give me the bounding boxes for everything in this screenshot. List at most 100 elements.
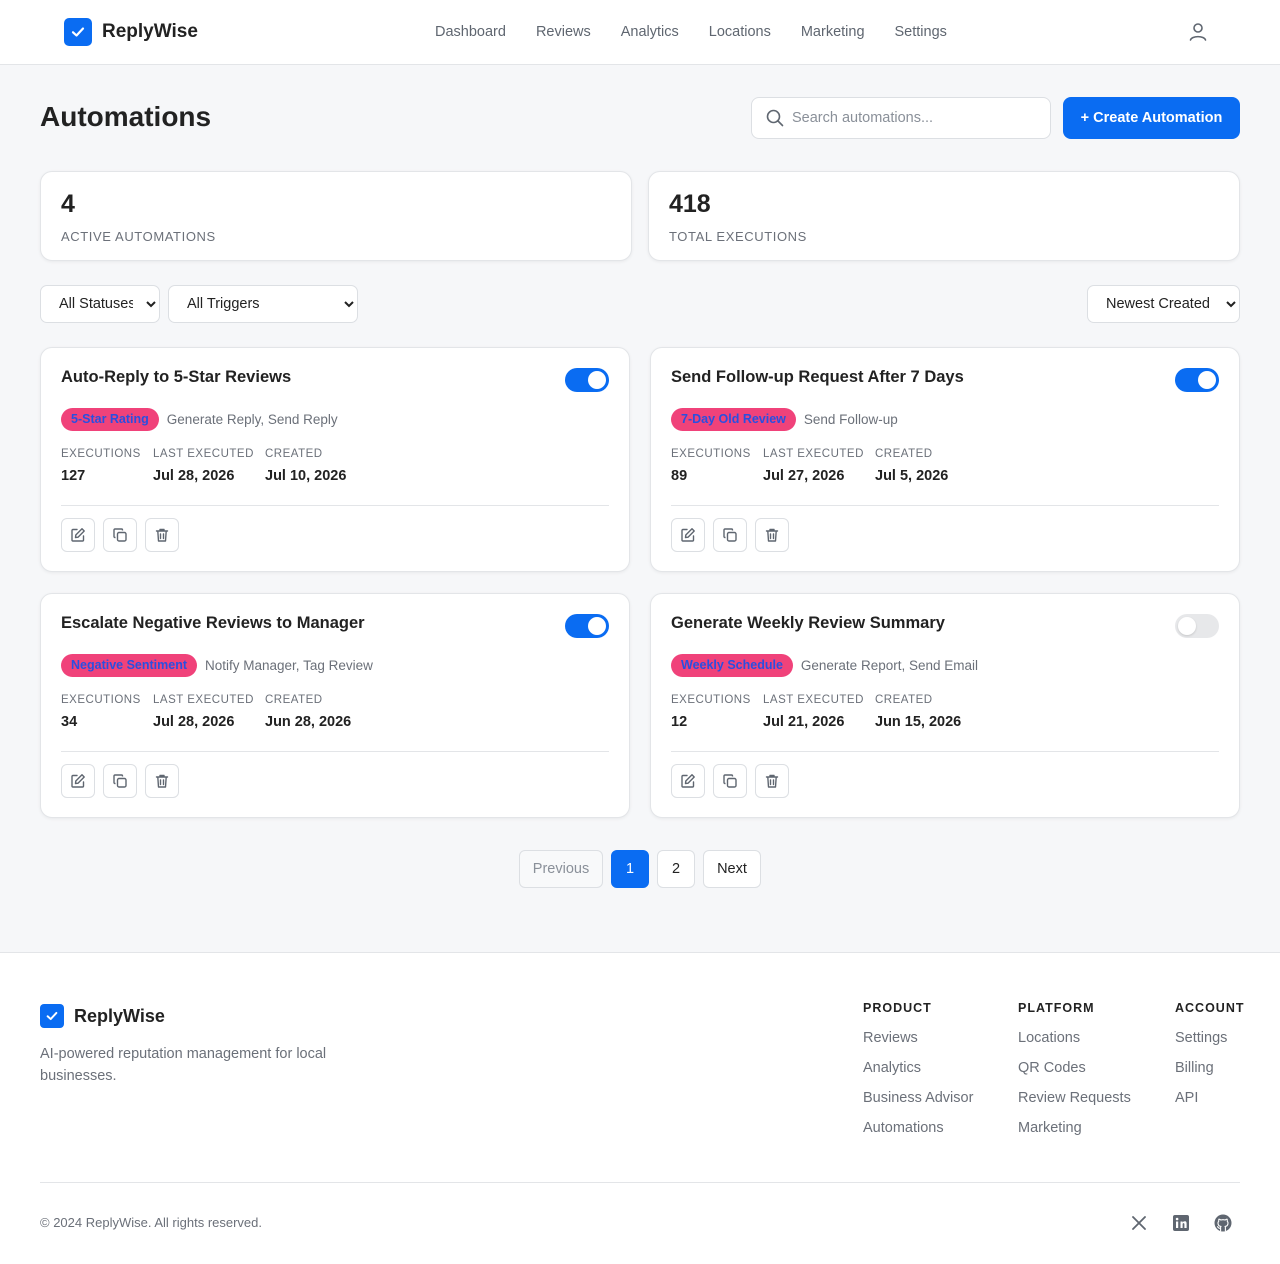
github-icon[interactable]	[1213, 1213, 1233, 1233]
card-divider	[671, 751, 1219, 752]
trigger-filter-select[interactable]: All Triggers	[168, 285, 358, 323]
page-1-button[interactable]: 1	[611, 850, 649, 888]
x-icon[interactable]	[1129, 1213, 1149, 1233]
metric-created: CREATED Jun 28, 2026	[265, 694, 352, 730]
nav-settings[interactable]: Settings	[895, 24, 947, 40]
stat-card-executions: 418 TOTAL EXECUTIONS	[648, 171, 1240, 261]
nav-locations[interactable]: Locations	[709, 24, 771, 40]
sort-select[interactable]: Newest Created	[1087, 285, 1240, 323]
trash-icon	[764, 527, 780, 543]
linkedin-icon[interactable]	[1171, 1213, 1191, 1233]
card-actions	[61, 518, 187, 552]
card-divider	[61, 751, 609, 752]
edit-icon	[680, 773, 696, 789]
edit-button[interactable]	[61, 518, 95, 552]
footer-link-api[interactable]: API	[1175, 1089, 1245, 1119]
automation-enabled-toggle[interactable]	[1175, 368, 1219, 392]
edit-button[interactable]	[61, 764, 95, 798]
actions-text: Send Follow-up	[803, 412, 898, 427]
footer-divider	[40, 1182, 1240, 1183]
stat-value: 418	[669, 190, 711, 218]
automation-tags: Weekly Schedule Generate Report, Send Em…	[671, 654, 978, 677]
search-icon	[766, 109, 784, 127]
footer-brand-name: ReplyWise	[74, 1005, 165, 1026]
stat-value: 4	[61, 190, 75, 218]
toggle-knob	[588, 617, 606, 635]
nav-marketing[interactable]: Marketing	[801, 24, 865, 40]
toggle-knob	[1178, 617, 1196, 635]
toggle-knob	[1198, 371, 1216, 389]
duplicate-button[interactable]	[103, 764, 137, 798]
automation-metrics: EXECUTIONS 12 LAST EXECUTED Jul 21, 2026…	[671, 694, 961, 730]
nav-reviews[interactable]: Reviews	[536, 24, 591, 40]
duplicate-button[interactable]	[713, 764, 747, 798]
card-divider	[61, 505, 609, 506]
automation-title: Generate Weekly Review Summary	[671, 614, 945, 632]
automation-enabled-toggle[interactable]	[1175, 614, 1219, 638]
footer-column-title: PLATFORM	[1018, 1001, 1095, 1015]
edit-button[interactable]	[671, 518, 705, 552]
brand-logo-link[interactable]: ReplyWise	[64, 18, 198, 46]
delete-button[interactable]	[755, 518, 789, 552]
automation-enabled-toggle[interactable]	[565, 368, 609, 392]
footer-column-title: PRODUCT	[863, 1001, 932, 1015]
nav-dashboard[interactable]: Dashboard	[435, 24, 506, 40]
footer-link-analytics[interactable]: Analytics	[863, 1059, 973, 1089]
automation-enabled-toggle[interactable]	[565, 614, 609, 638]
footer-link-business-advisor[interactable]: Business Advisor	[863, 1089, 973, 1119]
page-2-button[interactable]: 2	[657, 850, 695, 888]
automation-card: Auto-Reply to 5-Star Reviews 5-Star Rati…	[40, 347, 630, 572]
user-profile-icon[interactable]	[1186, 20, 1210, 44]
toggle-knob	[588, 371, 606, 389]
automation-tags: 5-Star Rating Generate Reply, Send Reply	[61, 408, 338, 431]
page-title: Automations	[40, 101, 212, 132]
card-divider	[671, 505, 1219, 506]
search-input[interactable]	[792, 110, 1032, 126]
edit-button[interactable]	[671, 764, 705, 798]
duplicate-button[interactable]	[713, 518, 747, 552]
site-footer: ReplyWise AI-powered reputation manageme…	[0, 952, 1280, 1264]
footer-link-automations[interactable]: Automations	[863, 1119, 973, 1149]
footer-column-product: PRODUCT Reviews Analytics Business Advis…	[863, 1001, 973, 1149]
delete-button[interactable]	[755, 764, 789, 798]
metric-executions: EXECUTIONS 34	[61, 694, 141, 730]
top-navbar: ReplyWise Dashboard Reviews Analytics Lo…	[0, 0, 1280, 65]
automation-title: Auto-Reply to 5-Star Reviews	[61, 368, 292, 386]
search-box[interactable]	[751, 97, 1051, 139]
footer-link-reviews[interactable]: Reviews	[863, 1029, 973, 1059]
footer-link-marketing[interactable]: Marketing	[1018, 1119, 1131, 1149]
delete-button[interactable]	[145, 764, 179, 798]
automation-tags: Negative Sentiment Notify Manager, Tag R…	[61, 654, 373, 677]
footer-brand[interactable]: ReplyWise	[40, 1004, 165, 1028]
footer-link-qr-codes[interactable]: QR Codes	[1018, 1059, 1131, 1089]
create-automation-button[interactable]: + Create Automation	[1063, 97, 1240, 139]
actions-text: Notify Manager, Tag Review	[205, 658, 373, 673]
actions-text: Generate Reply, Send Reply	[166, 412, 338, 427]
stat-label: TOTAL EXECUTIONS	[669, 229, 807, 244]
trigger-badge: 5-Star Rating	[61, 408, 159, 431]
metric-executions: EXECUTIONS 12	[671, 694, 751, 730]
edit-icon	[70, 773, 86, 789]
delete-button[interactable]	[145, 518, 179, 552]
metric-last-executed: LAST EXECUTED Jul 28, 2026	[153, 694, 254, 730]
trigger-badge: Negative Sentiment	[61, 654, 198, 677]
edit-icon	[70, 527, 86, 543]
trigger-badge: Weekly Schedule	[671, 654, 793, 677]
footer-link-review-requests[interactable]: Review Requests	[1018, 1089, 1131, 1119]
footer-link-locations[interactable]: Locations	[1018, 1029, 1131, 1059]
footer-link-billing[interactable]: Billing	[1175, 1059, 1245, 1089]
check-logo-icon	[64, 18, 92, 46]
footer-link-settings[interactable]: Settings	[1175, 1029, 1245, 1059]
copy-icon	[112, 527, 128, 543]
duplicate-button[interactable]	[103, 518, 137, 552]
automation-card: Escalate Negative Reviews to Manager Neg…	[40, 593, 630, 818]
stat-label: ACTIVE AUTOMATIONS	[61, 229, 216, 244]
metric-created: CREATED Jun 15, 2026	[875, 694, 962, 730]
previous-page-button[interactable]: Previous	[519, 850, 603, 888]
nav-analytics[interactable]: Analytics	[621, 24, 679, 40]
metric-last-executed: LAST EXECUTED Jul 28, 2026	[153, 448, 254, 484]
metric-last-executed: LAST EXECUTED Jul 27, 2026	[763, 448, 864, 484]
automation-tags: 7-Day Old Review Send Follow-up	[671, 408, 898, 431]
next-page-button[interactable]: Next	[703, 850, 761, 888]
status-filter-select[interactable]: All Statuses	[40, 285, 160, 323]
